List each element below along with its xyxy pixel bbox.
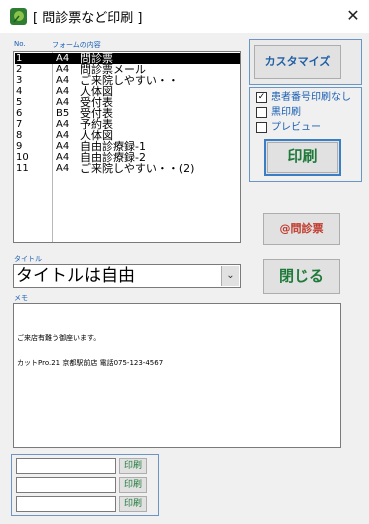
chevron-down-icon[interactable]: ⌄ [221, 266, 239, 286]
list-item-size: A4 [56, 64, 70, 75]
list-item[interactable]: 4 A4 人体図 [15, 86, 240, 97]
title-label: タイトル [14, 255, 42, 263]
close-button[interactable]: 閉じる [263, 259, 340, 294]
list-item-size: A4 [56, 141, 70, 152]
list-item-size: A4 [56, 75, 70, 86]
checkbox-box[interactable] [256, 107, 267, 118]
list-item-no: 9 [16, 141, 23, 152]
print-options-group: ✓ 患者番号印刷なし 黒印刷 プレビュー 印刷 [249, 87, 362, 182]
print-button-focus-border [267, 142, 338, 173]
print-dialog: [ 問診票など印刷 ] ✕ No. フォームの内容 1 A4 問診票 2 A4 問診票メー… [0, 0, 369, 524]
extra-print-button-3[interactable]: 印刷 [119, 496, 147, 512]
list-item-no: 1 [16, 53, 23, 64]
list-item[interactable]: 5 A4 受付表 [15, 97, 240, 108]
hide-patient-number-checkbox[interactable]: ✓ 患者番号印刷なし [256, 91, 362, 105]
list-item[interactable]: 6 B5 受付表 [15, 108, 240, 119]
close-icon[interactable]: ✕ [343, 6, 363, 26]
list-item-size: B5 [56, 108, 70, 119]
no-column-label: No. [14, 40, 26, 48]
list-item-size: A4 [56, 152, 70, 163]
memo-label: メモ [14, 294, 28, 302]
memo-line-1: ご来店有難う御座います。 [17, 334, 101, 342]
app-leaf-icon [10, 8, 27, 25]
list-item-no: 6 [16, 108, 23, 119]
list-item-name: ご来院しやすい・・(2) [80, 162, 195, 175]
list-item-size: A4 [56, 86, 70, 97]
extra-print-button-1[interactable]: 印刷 [119, 458, 147, 474]
hide-patient-number-label: 患者番号印刷なし [271, 92, 351, 103]
black-print-checkbox[interactable]: 黒印刷 [256, 106, 362, 120]
title-select-value: タイトルは自由 [16, 266, 135, 286]
black-print-label: 黒印刷 [271, 107, 301, 118]
check-icon: ✓ [257, 92, 266, 102]
checkbox-box[interactable]: ✓ [256, 92, 267, 103]
list-item-size: A4 [56, 130, 70, 141]
list-item-no: 10 [16, 152, 29, 163]
list-item-size: A4 [56, 119, 70, 130]
list-item-no: 11 [16, 163, 29, 174]
memo-line-2: カットPro.21 京都駅前店 電話075-123-4567 [17, 359, 164, 367]
extra-input-3[interactable] [16, 496, 116, 512]
title-select[interactable]: タイトルは自由 ⌄ [13, 264, 241, 288]
extra-input-2[interactable] [16, 477, 116, 493]
list-item-no: 8 [16, 130, 23, 141]
list-item-no: 3 [16, 75, 23, 86]
title-bar: [ 問診票など印刷 ] ✕ [0, 0, 369, 33]
form-list[interactable]: 1 A4 問診票 2 A4 問診票メール 3 A4 ご来院しやすい・・ 4 A4 人体図 5 A4 受付表 6… [13, 51, 241, 243]
extra-input-1[interactable] [16, 458, 116, 474]
extra-print-group: 印刷 印刷 印刷 [11, 454, 159, 516]
list-item[interactable]: 3 A4 ご来院しやすい・・ [15, 75, 240, 86]
list-item-size: A4 [56, 53, 70, 64]
list-item-no: 4 [16, 86, 23, 97]
list-item-size: A4 [56, 163, 70, 174]
list-item-no: 2 [16, 64, 23, 75]
monshinhyo-button[interactable]: @問診票 [263, 213, 340, 245]
customize-button-group: カスタマイズ [249, 39, 362, 85]
customize-button[interactable]: カスタマイズ [254, 45, 341, 79]
form-content-label: フォームの内容 [52, 41, 101, 49]
memo-textarea[interactable]: ご来店有難う御座います。 カットPro.21 京都駅前店 電話075-123-4… [13, 303, 341, 448]
list-item[interactable]: 7 A4 予約表 [15, 119, 240, 130]
print-button[interactable]: 印刷 [264, 139, 341, 176]
list-item-size: A4 [56, 97, 70, 108]
extra-print-button-2[interactable]: 印刷 [119, 477, 147, 493]
preview-label: プレビュー [271, 122, 321, 133]
list-item-no: 5 [16, 97, 23, 108]
list-item[interactable]: 11 A4 ご来院しやすい・・(2) [15, 163, 240, 174]
list-item-no: 7 [16, 119, 23, 130]
checkbox-box[interactable] [256, 122, 267, 133]
window-title: [ 問診票など印刷 ] [33, 11, 143, 26]
preview-checkbox[interactable]: プレビュー [256, 121, 362, 135]
